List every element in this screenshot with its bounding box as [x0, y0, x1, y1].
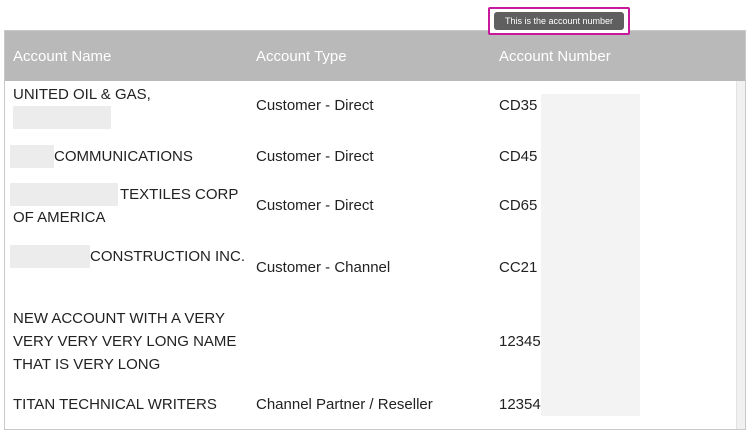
table-scrollbar[interactable]	[736, 81, 745, 429]
account-list-page: Account Name Account Type Account Number…	[0, 0, 750, 434]
account-name-cell[interactable]: NEW ACCOUNT WITH A VERY VERY VERY VERY L…	[13, 307, 245, 376]
redacted-text	[10, 183, 118, 206]
column-header-account-type[interactable]: Account Type	[256, 31, 347, 81]
redacted-text	[10, 245, 90, 268]
account-type-cell: Customer - Channel	[256, 259, 391, 276]
account-name-cell[interactable]: UNITED OIL & GAS,	[13, 83, 245, 129]
account-number-tooltip: This is the account number	[494, 12, 624, 30]
account-name-text: NEW ACCOUNT WITH A VERY VERY VERY VERY L…	[13, 310, 237, 373]
account-type-cell: Channel Partner / Reseller	[256, 396, 433, 413]
account-name-text: TITAN TECHNICAL WRITERS	[13, 396, 217, 413]
account-name-text: UNITED OIL & GAS,	[13, 86, 151, 103]
account-type-cell: Customer - Direct	[256, 148, 374, 165]
account-name-cell[interactable]: TEXTILES CORP OF AMERICA	[10, 183, 245, 229]
account-name-cell[interactable]: COMMUNICATIONS	[10, 145, 245, 168]
redacted-account-numbers	[541, 94, 640, 416]
redacted-text	[10, 145, 54, 168]
account-name-text: COMMUNICATIONS	[54, 148, 193, 165]
account-name-text: CONSTRUCTION INC.	[90, 248, 245, 265]
tooltip-highlight: This is the account number	[488, 7, 630, 35]
column-header-account-name[interactable]: Account Name	[13, 31, 111, 81]
account-type-cell: Customer - Direct	[256, 97, 374, 114]
table-header: Account Name Account Type Account Number	[5, 31, 745, 81]
column-header-account-number[interactable]: Account Number	[499, 31, 611, 81]
account-type-cell: Customer - Direct	[256, 197, 374, 214]
account-name-cell[interactable]: CONSTRUCTION INC.	[10, 245, 245, 268]
account-name-cell[interactable]: TITAN TECHNICAL WRITERS	[13, 393, 245, 416]
redacted-text	[13, 106, 111, 129]
